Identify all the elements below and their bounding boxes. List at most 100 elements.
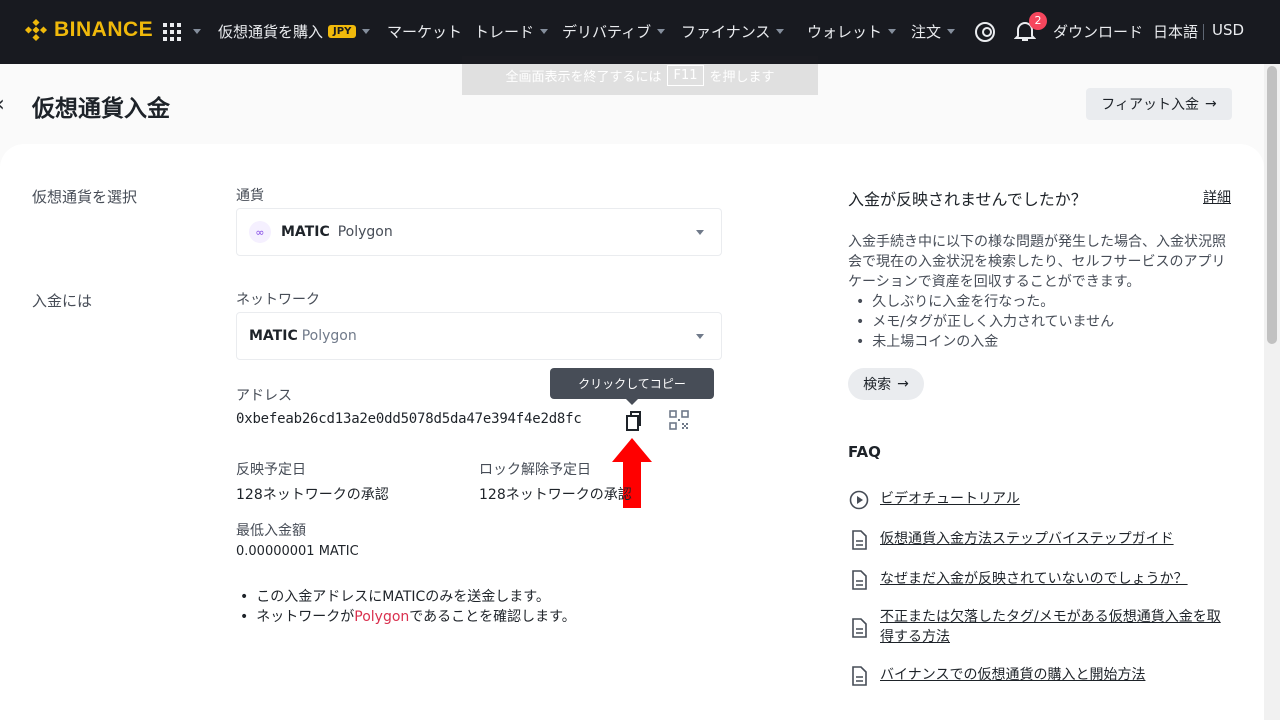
unlock-label: ロック解除予定日 — [479, 462, 591, 478]
help-bullet: メモ/タグが正しく入力されていません — [848, 312, 1114, 332]
expected-arrival-value: 128ネットワークの承認 — [236, 487, 389, 503]
nav-trade-label: トレード — [474, 23, 535, 41]
faq-item-label: 仮想通貨入金方法ステップバイステップガイド — [880, 531, 1174, 547]
faq-title: FAQ — [848, 443, 881, 461]
faq-item-label: なぜまだ入金が反映されていないのでしょうか？ — [880, 571, 1188, 587]
apps-grid-icon[interactable] — [163, 23, 181, 41]
network-label: ネットワーク — [236, 292, 320, 308]
network-highlight: Polygon — [354, 609, 410, 625]
network-name: Polygon — [301, 328, 357, 344]
unlock-value: 128ネットワークの承認 — [479, 487, 632, 503]
help-paragraph: 入金手続き中に以下の様な問題が発生した場合、入金状況照会で現在の入金状況を検索し… — [848, 234, 1226, 290]
chevron-down-icon — [888, 29, 897, 34]
f11-key: F11 — [667, 65, 704, 86]
help-bullet: 未上場コインの入金 — [848, 332, 1114, 352]
help-bullets: 久しぶりに入金を行なった。 メモ/タグが正しく入力されていません 未上場コインの… — [848, 292, 1114, 352]
logo-text: BINANCE — [54, 18, 154, 41]
nav-finance[interactable]: ファイナンス — [681, 21, 785, 42]
nav-buy-crypto[interactable]: 仮想通貨を購入 JPY — [218, 21, 371, 42]
nav-wallet[interactable]: ウォレット — [807, 21, 897, 42]
fiat-deposit-button[interactable]: フィアット入金 → — [1086, 88, 1232, 120]
nav-currency-label: USD — [1212, 21, 1245, 39]
note-text: であることを確認します。 — [409, 609, 576, 625]
arrow-right-icon: → — [897, 376, 909, 392]
chevron-down-icon — [947, 29, 956, 34]
deposit-notes: この入金アドレスにMATICのみを送金します。 ネットワークがPolygonであ… — [236, 587, 576, 627]
faq-item-missing-tag[interactable]: 不正または欠落したタグ/メモがある仮想通貨入金を取得する方法 — [848, 607, 1230, 647]
help-title: 入金が反映されませんでしたか？ — [848, 190, 1087, 209]
arrow-right-icon: → — [1205, 96, 1217, 112]
scrollbar-thumb[interactable] — [1267, 66, 1277, 344]
nav-markets-label: マーケット — [387, 23, 463, 41]
fullscreen-notice-text: 全画面表示を終了するには — [505, 70, 662, 85]
help-bullet: 久しぶりに入金を行なった。 — [848, 292, 1114, 312]
dropdown-caret-icon — [696, 230, 704, 235]
nav-download[interactable]: ダウンロード — [1053, 21, 1143, 42]
chevron-down-icon — [193, 29, 201, 34]
binance-logo-icon — [24, 18, 48, 42]
play-circle-icon — [849, 490, 869, 510]
nav-derivatives[interactable]: デリバティブ — [562, 21, 666, 42]
chevron-down-icon — [776, 29, 785, 34]
nav-markets[interactable]: マーケット — [387, 21, 462, 42]
faq-item-video[interactable]: ビデオチュートリアル — [848, 489, 1230, 511]
note-item: ネットワークがPolygonであることを確認します。 — [236, 607, 576, 627]
document-icon — [852, 618, 867, 638]
deposit-address[interactable]: 0xbefeab26cd13a2e0dd5078d5da47e394f4e2d8… — [236, 411, 582, 427]
address-label: アドレス — [236, 388, 292, 404]
chevron-down-icon — [540, 29, 549, 34]
currency-name: Polygon — [337, 224, 393, 240]
min-deposit-label: 最低入金額 — [236, 523, 306, 539]
nav-orders-label: 注文 — [911, 23, 942, 41]
nav-finance-label: ファイナンス — [681, 23, 771, 41]
note-item: この入金アドレスにMATICのみを送金します。 — [236, 587, 576, 607]
deposit-to-label: 入金には — [32, 292, 93, 310]
qr-code-icon[interactable] — [669, 410, 689, 430]
nav-trade[interactable]: トレード — [474, 21, 549, 42]
search-button[interactable]: 検索 → — [848, 368, 924, 400]
network-symbol: MATIC — [249, 328, 298, 344]
nav-derivatives-label: デリバティブ — [562, 23, 652, 41]
nav-language[interactable]: 日本語 — [1153, 21, 1198, 42]
page-title: 仮想通貨入金 — [32, 96, 170, 122]
faq-item-buy-guide[interactable]: バイナンスでの仮想通貨の購入と開始方法 — [848, 665, 1230, 687]
top-navigation: BINANCE 仮想通貨を購入 JPY マーケット トレード デリバティブ ファ… — [0, 0, 1280, 64]
dropdown-caret-icon — [696, 334, 704, 339]
faq-item-not-credited[interactable]: なぜまだ入金が反映されていないのでしょうか？ — [848, 569, 1230, 591]
notification-count-badge: 2 — [1029, 12, 1047, 30]
document-icon — [852, 570, 867, 590]
search-button-label: 検索 — [863, 377, 892, 393]
fiat-deposit-label: フィアット入金 — [1101, 97, 1199, 113]
fullscreen-exit-notice: 全画面表示を終了するには F11 を押します — [462, 56, 818, 95]
note-text: この入金アドレスにMATICのみを送金します。 — [256, 589, 550, 605]
chevron-down-icon — [657, 29, 666, 34]
copy-tooltip: クリックしてコピー — [550, 368, 714, 405]
currency-label: 通貨 — [236, 188, 264, 204]
binance-logo[interactable]: BINANCE — [24, 18, 153, 42]
faq-item-label: ビデオチュートリアル — [880, 491, 1020, 507]
nav-currency[interactable]: USD — [1212, 21, 1244, 39]
faq-item-guide[interactable]: 仮想通貨入金方法ステップバイステップガイド — [848, 529, 1230, 551]
back-chevron-icon[interactable]: ‹ — [0, 92, 5, 117]
note-text: ネットワークが — [256, 609, 355, 625]
jpy-badge: JPY — [328, 25, 357, 38]
polygon-coin-icon: ∞ — [249, 221, 271, 243]
help-detail-link[interactable]: 詳細 — [1203, 187, 1231, 207]
document-icon — [852, 666, 867, 686]
network-select[interactable]: MATIC Polygon — [236, 312, 722, 360]
nav-divider — [1203, 24, 1204, 40]
expected-arrival-label: 反映予定日 — [236, 462, 306, 478]
copy-icon[interactable] — [624, 410, 642, 432]
nav-download-label: ダウンロード — [1053, 23, 1144, 41]
nav-language-label: 日本語 — [1153, 23, 1199, 41]
chevron-down-icon — [362, 29, 371, 34]
user-profile-icon[interactable] — [975, 22, 995, 42]
faq-item-label: バイナンスでの仮想通貨の購入と開始方法 — [880, 667, 1146, 683]
min-deposit-value: 0.00000001 MATIC — [236, 544, 359, 559]
document-icon — [852, 530, 867, 550]
nav-buy-crypto-label: 仮想通貨を購入 — [218, 23, 324, 41]
currency-symbol: MATIC — [281, 224, 330, 240]
nav-orders[interactable]: 注文 — [911, 21, 956, 42]
currency-select[interactable]: ∞ MATIC Polygon — [236, 208, 722, 256]
fullscreen-notice-text: を押します — [709, 70, 775, 85]
